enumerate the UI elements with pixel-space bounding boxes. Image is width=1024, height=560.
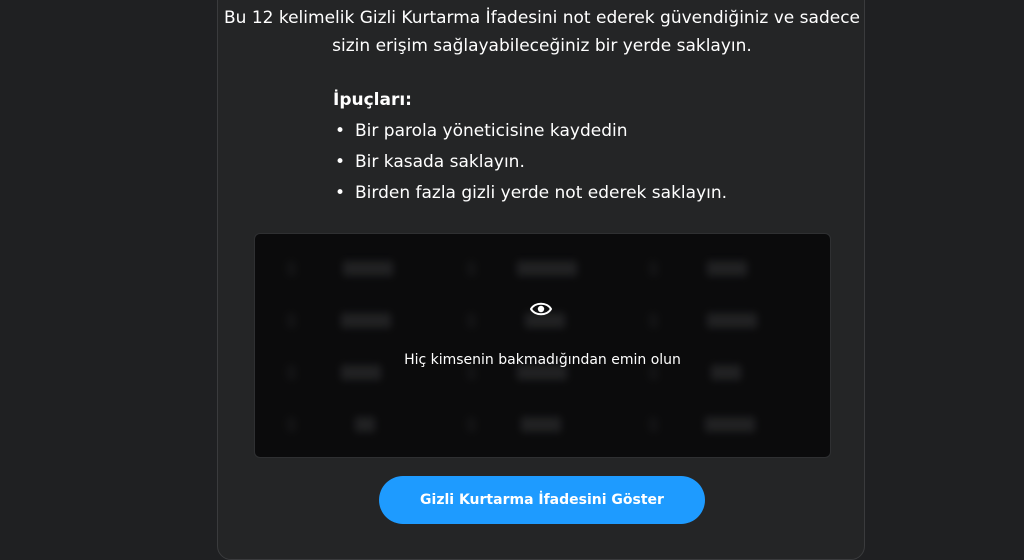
intro-text: Bu 12 kelimelik Gizli Kurtarma İfadesini… — [223, 8, 860, 56]
tip-item: • Birden fazla gizli yerde not ederek sak… — [333, 178, 813, 209]
eye-icon[interactable] — [530, 300, 552, 318]
hidden-phrase-box[interactable]: ░ ▒▒▒▒▒ ░ ▒▒▒▒▒▒ ░ ▒▒▒▒ ░ ▒▒▒▒▒ ░ ▒▒▒▒ ░ ▒▒▒▒▒… — [254, 233, 831, 458]
tip-text: Bir kasada saklayın. — [355, 152, 525, 172]
tip-text: Bir parola yöneticisine kaydedin — [355, 121, 628, 141]
blurred-word-grid: ░ ▒▒▒▒▒ ░ ▒▒▒▒▒▒ ░ ▒▒▒▒ ░ ▒▒▒▒▒ ░ ▒▒▒▒ ░ ▒▒▒▒▒… — [287, 262, 757, 433]
tip-item: • Bir parola yöneticisine kaydedin — [333, 116, 813, 147]
bullet-icon: • — [335, 183, 346, 203]
reveal-phrase-button[interactable]: Gizli Kurtarma İfadesini Göster — [379, 476, 705, 524]
privacy-warning-text: Hiç kimsenin bakmadığından emin olun — [404, 352, 681, 368]
tips-title: İpuçları: — [333, 90, 412, 110]
tips-section: İpuçları: • Bir parola yöneticisine kayde… — [333, 86, 813, 209]
tip-text: Birden fazla gizli yerde not ederek sakl… — [355, 183, 728, 203]
tip-item: • Bir kasada saklayın. — [333, 147, 813, 178]
bullet-icon: • — [335, 121, 346, 141]
bullet-icon: • — [335, 152, 346, 172]
tips-list: • Bir parola yöneticisine kaydedin • Bir k… — [333, 116, 813, 209]
